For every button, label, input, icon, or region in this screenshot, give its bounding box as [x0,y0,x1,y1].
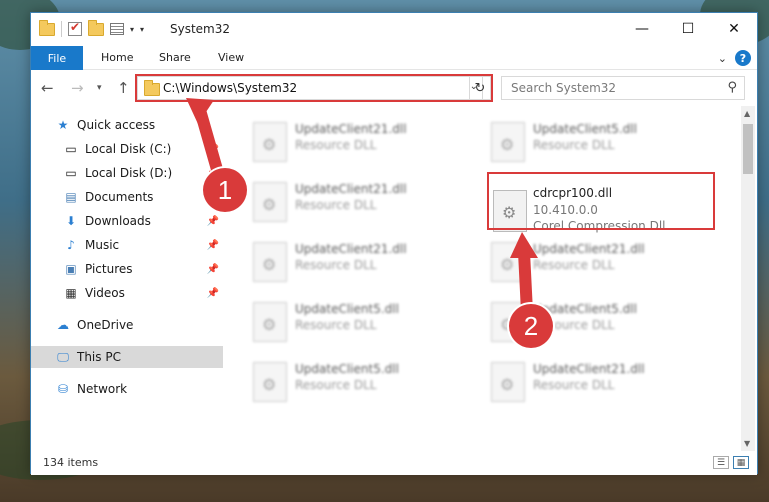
annotation-arrow-1-head [186,98,214,124]
annotation-arrows [186,98,538,318]
annotation-arrow-2 [518,246,533,318]
step-marker-2: 2 [509,304,553,348]
annotation-arrow-2-head [510,232,538,258]
step-marker-1: 1 [203,168,247,212]
